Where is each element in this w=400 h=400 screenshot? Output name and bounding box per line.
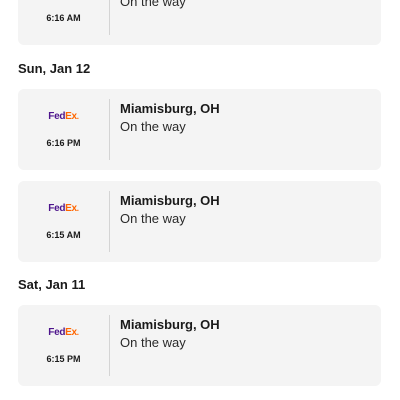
card-divider — [109, 191, 110, 252]
date-header: Sat, Jan 11 — [18, 277, 86, 292]
event-meta: 6:16 AM — [18, 0, 109, 45]
event-location: Miamisburg, OH — [120, 193, 220, 208]
fedex-logo-icon: FedEx. — [48, 111, 79, 122]
tracking-event-card[interactable]: FedEx. 6:15 PM Miamisburg, OH On the way — [18, 305, 381, 386]
card-divider — [109, 0, 110, 35]
event-time: 6:15 AM — [46, 230, 81, 240]
event-time: 6:16 AM — [46, 13, 81, 23]
event-status: On the way — [120, 335, 186, 350]
card-divider — [109, 315, 110, 376]
date-header: Sun, Jan 12 — [18, 61, 91, 76]
event-status: On the way — [120, 211, 186, 226]
event-meta: FedEx. 6:15 AM — [18, 181, 109, 262]
tracking-event-card[interactable]: FedEx. 6:15 AM Miamisburg, OH On the way — [18, 181, 381, 262]
tracking-history: 6:16 AM On the way Sun, Jan 12 FedEx. 6:… — [0, 0, 400, 400]
event-time: 6:16 PM — [46, 138, 81, 148]
event-status: On the way — [120, 0, 186, 9]
event-meta: FedEx. 6:15 PM — [18, 305, 109, 386]
event-location: Miamisburg, OH — [120, 101, 220, 116]
tracking-event-card[interactable]: FedEx. 6:16 PM Miamisburg, OH On the way — [18, 89, 381, 170]
card-divider — [109, 99, 110, 160]
fedex-logo-icon: FedEx. — [48, 327, 79, 338]
tracking-event-card[interactable]: 6:16 AM On the way — [18, 0, 381, 45]
event-status: On the way — [120, 119, 186, 134]
event-time: 6:15 PM — [46, 354, 81, 364]
fedex-logo-icon: FedEx. — [48, 203, 79, 214]
event-meta: FedEx. 6:16 PM — [18, 89, 109, 170]
event-location: Miamisburg, OH — [120, 317, 220, 332]
